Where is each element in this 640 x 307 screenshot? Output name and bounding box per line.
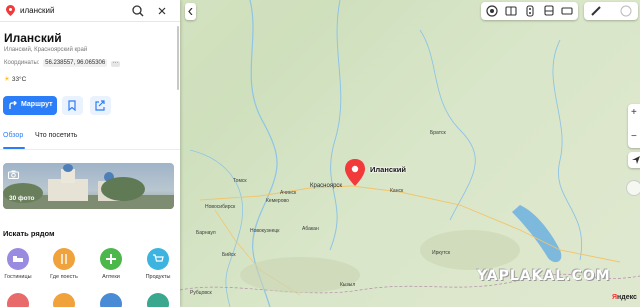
search-icon[interactable]: [131, 4, 145, 18]
coordinates-value[interactable]: 56.238557, 96.065306: [43, 59, 108, 67]
nearby-pharmacy-button[interactable]: Аптеки: [93, 248, 129, 280]
tab-overview[interactable]: Обзор: [3, 132, 23, 139]
city-label: Иркутск: [432, 250, 451, 256]
city-label: Кызыл: [340, 282, 356, 288]
zoom-control: + −: [628, 104, 640, 148]
nearby-more-button[interactable]: [7, 293, 29, 307]
city-label: Канск: [390, 188, 404, 194]
bookmark-button[interactable]: [62, 96, 83, 115]
weather-temp: 33°C: [11, 76, 27, 83]
map-pin-icon: [6, 5, 15, 16]
city-label: Барнаул: [196, 230, 216, 236]
route-button[interactable]: Маршрут: [3, 96, 57, 115]
locate-button[interactable]: [628, 152, 640, 168]
route-button-label: Маршрут: [21, 101, 53, 108]
city-label: Новосибирск: [205, 204, 236, 210]
panorama-icon[interactable]: [561, 5, 573, 17]
camera-icon: [8, 170, 19, 179]
sun-icon: ☀: [4, 76, 10, 83]
grocery-icon: [147, 248, 169, 270]
city-label: Абакан: [302, 226, 319, 232]
pharmacy-icon: [100, 248, 122, 270]
coordinates-more-button[interactable]: ···: [110, 60, 120, 67]
church-photo: [3, 164, 174, 209]
transport-icon[interactable]: [543, 5, 555, 17]
category-label: Продукты: [145, 274, 171, 280]
map-layers-toolbar: [481, 2, 578, 20]
zoom-in-button[interactable]: +: [631, 108, 637, 118]
ruler-icon[interactable]: [590, 5, 602, 17]
nearby-more-button[interactable]: [53, 293, 75, 307]
place-panel: иланский Иланский Иланский, Красноярский…: [0, 0, 180, 307]
bed-icon: [7, 248, 29, 270]
place-subtitle: Иланский, Красноярский край: [4, 47, 88, 53]
close-icon[interactable]: [155, 4, 169, 18]
watermark: YAPLAKAL.COM: [477, 268, 611, 284]
map-tools-toolbar: [584, 2, 638, 20]
city-label: Новокузнецк: [250, 228, 280, 234]
yandex-logo: Яндекс: [612, 294, 637, 301]
marker-label: Иланский: [370, 165, 407, 174]
photo-gallery[interactable]: 30 фото: [3, 163, 174, 209]
city-label: Бийск: [222, 252, 236, 258]
city-label: Красноярск: [310, 183, 343, 189]
search-input[interactable]: иланский: [20, 6, 54, 15]
nearby-more-button[interactable]: [100, 293, 122, 307]
city-label: Братск: [430, 130, 446, 136]
traffic-icon[interactable]: [524, 5, 536, 17]
map-pin-icon: [345, 159, 365, 186]
map-book-icon[interactable]: [505, 5, 517, 17]
tabs: Обзор Что посетить: [0, 128, 180, 150]
photo-count: 30 фото: [9, 195, 35, 202]
city-label: Ачинск: [280, 190, 297, 196]
compass-button[interactable]: [626, 180, 640, 196]
divider: [0, 149, 180, 150]
location-arrow-icon: [632, 156, 640, 164]
menu-icon[interactable]: [620, 5, 632, 17]
layers-icon[interactable]: [486, 5, 498, 17]
chevron-left-icon: [188, 8, 193, 15]
nearby-title: Искать рядом: [3, 229, 55, 238]
city-label: Томск: [233, 178, 247, 184]
location-marker[interactable]: [345, 159, 365, 187]
share-icon: [95, 100, 105, 111]
collapse-panel-button[interactable]: [185, 3, 196, 20]
nearby-food-button[interactable]: Где поесть: [46, 248, 82, 280]
tab-what-to-visit[interactable]: Что посетить: [35, 132, 77, 139]
nearby-more-button[interactable]: [147, 293, 169, 307]
bookmark-icon: [68, 100, 76, 111]
category-label: Гостиницы: [4, 274, 32, 280]
nearby-grocery-button[interactable]: Продукты: [140, 248, 176, 280]
share-button[interactable]: [90, 96, 111, 115]
food-icon: [53, 248, 75, 270]
coordinates-row: Координаты: 56.238557, 96.065306 ···: [4, 59, 120, 67]
place-title: Иланский: [4, 31, 62, 45]
scrollbar[interactable]: [177, 26, 179, 90]
weather: ☀ 33°C: [4, 75, 26, 83]
nearby-hotels-button[interactable]: Гостиницы: [0, 248, 36, 280]
coordinates-label: Координаты:: [4, 60, 40, 66]
search-bar[interactable]: иланский: [0, 0, 180, 22]
category-label: Где поесть: [50, 274, 78, 280]
city-label: Рубцовск: [190, 290, 212, 296]
category-label: Аптеки: [102, 274, 120, 280]
city-label: Кемерово: [266, 198, 289, 204]
route-arrow-icon: [9, 101, 17, 109]
zoom-out-button[interactable]: −: [631, 132, 637, 142]
